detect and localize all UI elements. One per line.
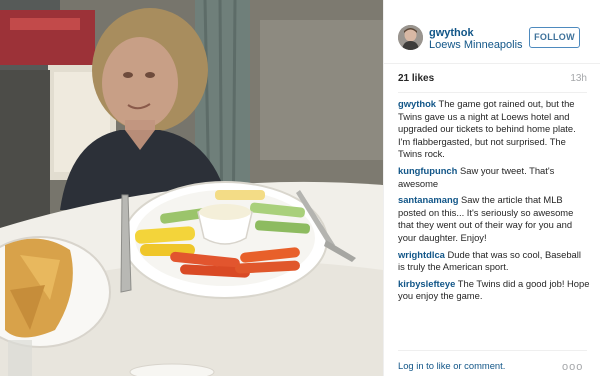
comment-username[interactable]: santanamang bbox=[398, 194, 458, 205]
comment-item: gwythok The game got rained out, but the… bbox=[398, 98, 590, 161]
comment-username[interactable]: gwythok bbox=[398, 98, 436, 109]
comment-username[interactable]: kirbyslefteye bbox=[398, 278, 455, 289]
user-block: gwythok Loews Minneapolis bbox=[429, 27, 523, 52]
post-photo[interactable] bbox=[0, 0, 383, 376]
comment-username[interactable]: kungfupunch bbox=[398, 165, 457, 176]
comment-username[interactable]: wrightdlca bbox=[398, 249, 445, 260]
post-header: gwythok Loews Minneapolis FOLLOW bbox=[384, 0, 600, 64]
comment-item: kirbyslefteye The Twins did a good job! … bbox=[398, 278, 590, 303]
likes-count[interactable]: 21 likes bbox=[398, 73, 434, 84]
meta-divider bbox=[398, 92, 587, 93]
comment-list: gwythok The game got rained out, but the… bbox=[398, 98, 590, 307]
comment-item: kungfupunch Saw your tweet. That's aweso… bbox=[398, 165, 590, 190]
comment-item: wrightdlca Dude that was so cool, Baseba… bbox=[398, 249, 590, 274]
footer-divider bbox=[398, 350, 587, 351]
header-username[interactable]: gwythok bbox=[429, 27, 523, 39]
user-avatar[interactable] bbox=[398, 25, 423, 50]
header-location[interactable]: Loews Minneapolis bbox=[429, 39, 523, 52]
photo-scene bbox=[0, 0, 383, 376]
post-footer: Log in to like or comment. ooo bbox=[384, 352, 600, 376]
post-card: gwythok Loews Minneapolis FOLLOW 21 like… bbox=[0, 0, 600, 376]
post-side-panel: gwythok Loews Minneapolis FOLLOW 21 like… bbox=[383, 0, 600, 376]
ellipsis-icon[interactable]: ooo bbox=[562, 362, 583, 373]
login-link[interactable]: Log in to like or comment. bbox=[398, 360, 505, 371]
avatar-image bbox=[398, 25, 423, 50]
comment-item: santanamang Saw the article that MLB pos… bbox=[398, 194, 590, 244]
post-timestamp[interactable]: 13h bbox=[570, 73, 587, 84]
meta-row: 21 likes 13h bbox=[398, 73, 587, 87]
follow-button[interactable]: FOLLOW bbox=[529, 27, 580, 48]
